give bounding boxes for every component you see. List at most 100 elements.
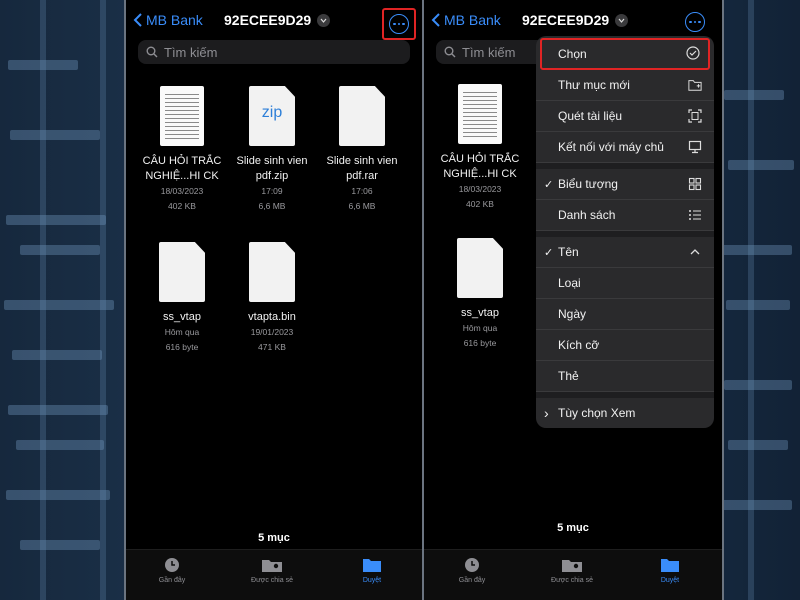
tab-bar: Gần đây Được chia sẻ Duyệt [126,549,422,600]
file-date: 18/03/2023 [458,184,502,194]
file-name: CÂU HỎI TRẮC NGHIỆ...HI CK [142,155,222,182]
file-size: 616 byte [463,338,497,348]
search-placeholder: Tìm kiếm [462,44,516,60]
file-size: 402 KB [466,199,494,209]
file-date: Hôm qua [462,323,498,333]
list-icon [689,210,701,220]
document-thumbnail [458,84,502,144]
menu-item-sort-size[interactable]: Kích cỡ [536,330,714,361]
folder-title-text: 92ECEE9D29 [522,12,610,28]
tab-bar: Gần đây Được chia sẻ Duyệt [424,549,722,600]
file-name: CÂU HỎI TRẮC NGHIỆ...HI CK [440,153,520,180]
navigation-bar: MB Bank 92ECEE9D29 [126,8,422,40]
blank-file-icon [249,242,295,302]
chevron-up-icon [690,249,700,255]
navigation-bar: MB Bank 92ECEE9D29 [424,8,722,36]
background-decoration-right [718,0,800,600]
new-folder-icon [688,80,702,91]
menu-item-sort-name[interactable]: ✓ Tên [536,237,714,268]
file-name: ss_vtap [163,311,201,323]
grid-icon [688,177,702,191]
back-label: MB Bank [444,12,501,28]
file-date: 17:09 [261,186,283,196]
file-size: 616 byte [165,342,199,352]
search-input[interactable]: Tìm kiếm [138,40,410,64]
menu-item-connect-server[interactable]: Kết nối với máy chủ [536,132,714,163]
menu-item-new-folder[interactable]: Thư mục mới [536,70,714,101]
monitor-icon [688,140,702,154]
item-count: 5 mục [258,532,290,544]
menu-item-sort-kind[interactable]: Loại [536,268,714,299]
file-item[interactable]: zip Slide sinh vien pdf.zip 17:09 6,6 MB [226,86,318,214]
blank-file-icon [457,238,503,298]
file-date: Hôm qua [164,327,200,337]
right-phone-screen: MB Bank 92ECEE9D29 Tìm kiếm CÂU HỎI TRẮC… [422,0,724,600]
tab-shared[interactable]: Được chia sẻ [232,556,312,584]
document-thumbnail [160,86,204,146]
menu-item-list-view[interactable]: Danh sách [536,200,714,231]
more-options-menu: Chọn Thư mục mới Quét tài liệu Kết nối v… [536,36,714,428]
file-size: 471 KB [258,342,286,352]
file-size: 402 KB [168,201,196,211]
file-size: 6,6 MB [348,201,376,211]
folder-icon [332,556,412,574]
menu-item-sort-date[interactable]: Ngày [536,299,714,330]
menu-item-sort-tags[interactable]: Thẻ [536,361,714,392]
left-phone-screen: MB Bank 92ECEE9D29 Tìm kiếm CÂU HỎI TRẮC… [124,0,424,600]
zip-file-icon: zip [249,86,295,146]
back-label: MB Bank [146,12,203,28]
background-decoration-left [0,0,124,600]
document-scanner-icon [688,109,702,123]
shared-folder-icon [532,556,612,574]
chevron-left-icon [133,13,142,27]
ellipsis-icon [685,12,705,32]
more-options-button[interactable] [680,8,710,36]
folder-icon [630,556,710,574]
tab-browse[interactable]: Duyệt [332,556,412,584]
chevron-right-icon: › [544,405,549,421]
item-count: 5 mục [557,522,589,534]
file-name: Slide sinh vien pdf.zip [236,155,308,182]
menu-item-view-options[interactable]: › Tùy chọn Xem [536,398,714,428]
folder-title[interactable]: 92ECEE9D29 [224,12,331,28]
checkmark-icon: ✓ [544,246,554,259]
chevron-down-icon [317,13,331,27]
file-item[interactable]: vtapta.bin 19/01/2023 471 KB [226,242,318,355]
tab-shared[interactable]: Được chia sẻ [532,556,612,584]
checkmark-icon: ✓ [544,178,554,191]
file-date: 19/01/2023 [250,327,294,337]
clock-icon [432,556,512,574]
search-icon [146,46,158,58]
blank-file-icon [339,86,385,146]
menu-item-select[interactable]: Chọn [540,38,710,70]
shared-folder-icon [232,556,312,574]
folder-title[interactable]: 92ECEE9D29 [522,12,629,28]
file-name: Slide sinh vien pdf.rar [326,155,398,182]
clock-icon [132,556,212,574]
file-name: vtapta.bin [248,311,296,323]
checkmark-circle-icon [686,46,700,60]
folder-title-text: 92ECEE9D29 [224,12,312,28]
back-button[interactable]: MB Bank [430,12,501,28]
tab-browse[interactable]: Duyệt [630,556,710,584]
file-item[interactable]: Slide sinh vien pdf.rar 17:06 6,6 MB [316,86,408,214]
file-item[interactable]: CÂU HỎI TRẮC NGHIỆ...HI CK 18/03/2023 40… [136,86,228,214]
file-name: ss_vtap [461,307,499,319]
ellipsis-icon [389,14,409,34]
file-item[interactable]: ss_vtap Hôm qua 616 byte [136,242,228,355]
file-date: 18/03/2023 [160,186,204,196]
back-button[interactable]: MB Bank [132,12,203,28]
search-icon [444,46,456,58]
menu-item-scan-documents[interactable]: Quét tài liệu [536,101,714,132]
tab-recents[interactable]: Gần đây [432,556,512,584]
chevron-left-icon [431,13,440,27]
file-date: 17:06 [351,186,373,196]
file-item[interactable]: ss_vtap Hôm qua 616 byte [434,238,526,351]
chevron-down-icon [615,13,629,27]
tab-recents[interactable]: Gần đây [132,556,212,584]
search-placeholder: Tìm kiếm [164,44,218,60]
more-options-button[interactable] [382,8,416,40]
file-item[interactable]: CÂU HỎI TRẮC NGHIỆ...HI CK 18/03/2023 40… [434,84,526,212]
blank-file-icon [159,242,205,302]
menu-item-icons-view[interactable]: ✓ Biểu tượng [536,169,714,200]
